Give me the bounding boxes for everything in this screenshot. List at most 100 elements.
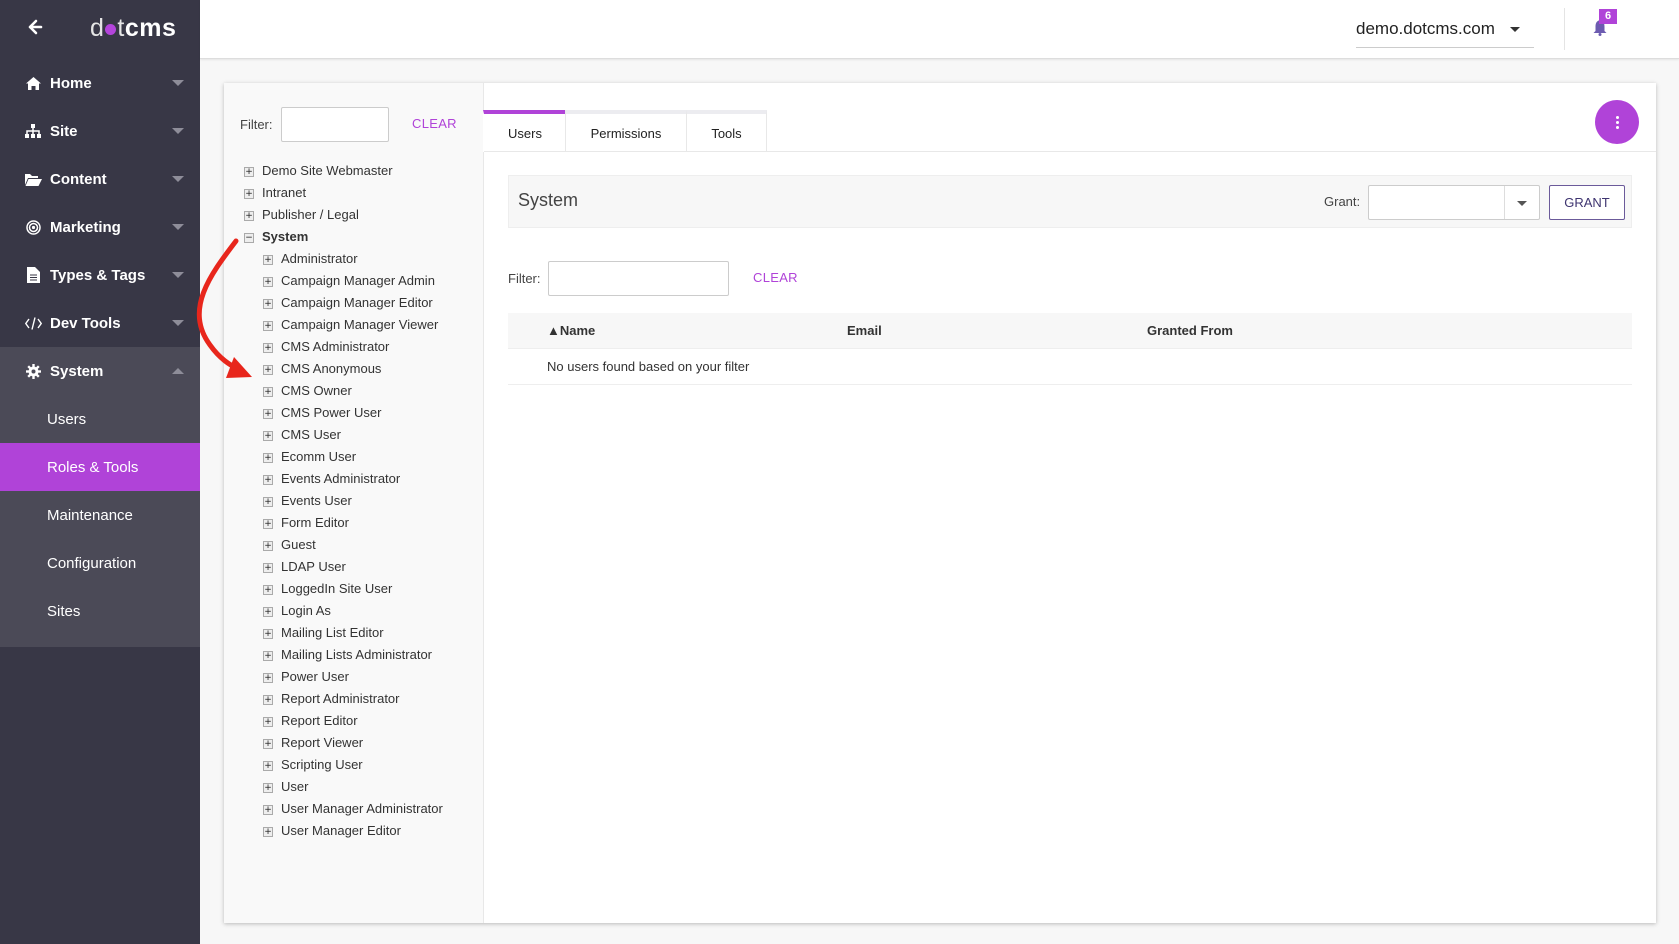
sidebar-subitem-roles-tools[interactable]: Roles & Tools: [0, 443, 200, 491]
sidebar-item-dev-tools[interactable]: Dev Tools: [0, 299, 200, 347]
tree-node-child[interactable]: + CMS User: [244, 423, 443, 445]
tree-node-publisher-legal[interactable]: + Publisher / Legal: [244, 203, 443, 225]
more-actions-button[interactable]: [1595, 100, 1639, 144]
sidebar-item-label: Site: [50, 122, 78, 140]
tree-node-child[interactable]: + CMS Administrator: [244, 335, 443, 357]
expand-plus-icon[interactable]: +: [263, 827, 273, 837]
roles-filter-input[interactable]: [280, 107, 389, 142]
top-bar: demo.dotcms.com 6: [200, 0, 1679, 59]
caret-down-icon[interactable]: [1517, 201, 1527, 206]
dot: [1615, 125, 1619, 129]
tree-node-child[interactable]: + Campaign Manager Admin: [244, 269, 443, 291]
tree-node-child[interactable]: + Ecomm User: [244, 445, 443, 467]
expand-plus-icon[interactable]: +: [263, 761, 273, 771]
expand-plus-icon[interactable]: +: [244, 189, 254, 199]
tree-node-child[interactable]: + Report Administrator: [244, 687, 443, 709]
tree-node-child[interactable]: + LoggedIn Site User: [244, 577, 443, 599]
users-table: ▲Name Email Granted From No users found …: [508, 313, 1632, 385]
expand-plus-icon[interactable]: +: [263, 365, 273, 375]
expand-plus-icon[interactable]: +: [263, 651, 273, 661]
expand-plus-icon[interactable]: +: [244, 167, 254, 177]
tree-node-child[interactable]: + CMS Owner: [244, 379, 443, 401]
expand-plus-icon[interactable]: +: [263, 629, 273, 639]
tree-node-system[interactable]: − System: [244, 225, 443, 247]
tree-node-child[interactable]: + Administrator: [244, 247, 443, 269]
users-filter-input[interactable]: [548, 261, 729, 296]
tab-permissions[interactable]: Permissions: [565, 110, 687, 152]
expand-plus-icon[interactable]: +: [263, 717, 273, 727]
sidebar-item-content[interactable]: Content: [0, 155, 200, 203]
tree-node-child[interactable]: + Report Editor: [244, 709, 443, 731]
expand-plus-icon[interactable]: +: [263, 519, 273, 529]
expand-plus-icon[interactable]: +: [263, 695, 273, 705]
tree-node-demo-site-webmaster[interactable]: + Demo Site Webmaster: [244, 159, 443, 181]
expand-plus-icon[interactable]: +: [263, 387, 273, 397]
roles-filter-clear-button[interactable]: CLEAR: [412, 116, 457, 131]
logo-dot: [105, 24, 117, 35]
tree-node-child[interactable]: + Campaign Manager Viewer: [244, 313, 443, 335]
tree-node-child[interactable]: + CMS Power User: [244, 401, 443, 423]
column-header-name[interactable]: ▲Name: [508, 313, 847, 349]
tree-node-child[interactable]: + Campaign Manager Editor: [244, 291, 443, 313]
tree-node-child[interactable]: + User: [244, 775, 443, 797]
sidebar-subitem-maintenance[interactable]: Maintenance: [0, 491, 200, 539]
grant-button[interactable]: GRANT: [1549, 185, 1625, 220]
sidebar-item-site[interactable]: Site: [0, 107, 200, 155]
expand-plus-icon[interactable]: +: [244, 211, 254, 221]
tab-tools[interactable]: Tools: [686, 110, 767, 152]
role-header: System Grant: GRANT: [508, 175, 1632, 228]
expand-plus-icon[interactable]: +: [263, 607, 273, 617]
expand-plus-icon[interactable]: +: [263, 409, 273, 419]
tree-node-child[interactable]: + Form Editor: [244, 511, 443, 533]
tree-node-child[interactable]: + Events User: [244, 489, 443, 511]
expand-plus-icon[interactable]: +: [263, 475, 273, 485]
expand-plus-icon[interactable]: +: [263, 255, 273, 265]
users-filter-clear-button[interactable]: CLEAR: [753, 270, 798, 285]
sidebar-item-marketing[interactable]: Marketing: [0, 203, 200, 251]
expand-plus-icon[interactable]: +: [263, 299, 273, 309]
tree-node-child[interactable]: + Report Viewer: [244, 731, 443, 753]
sidebar-subitem-configuration[interactable]: Configuration: [0, 539, 200, 587]
expand-plus-icon[interactable]: +: [263, 277, 273, 287]
expand-plus-icon[interactable]: +: [263, 343, 273, 353]
tab-users[interactable]: Users: [483, 110, 566, 152]
site-selector-value: demo.dotcms.com: [1356, 19, 1495, 38]
tree-node-child[interactable]: + User Manager Administrator: [244, 797, 443, 819]
sidebar-subitem-sites[interactable]: Sites: [0, 587, 200, 635]
tree-node-child[interactable]: + Power User: [244, 665, 443, 687]
tree-node-child[interactable]: + Events Administrator: [244, 467, 443, 489]
grant-label: Grant:: [1324, 194, 1361, 209]
dotcms-logo[interactable]: d tcms: [90, 14, 176, 43]
tree-node-child[interactable]: + CMS Anonymous: [244, 357, 443, 379]
expand-plus-icon[interactable]: +: [263, 783, 273, 793]
dot: [1615, 120, 1619, 124]
tree-node-child[interactable]: + Login As: [244, 599, 443, 621]
tree-node-child[interactable]: + Scripting User: [244, 753, 443, 775]
sidebar-subitem-users[interactable]: Users: [0, 395, 200, 443]
expand-plus-icon[interactable]: +: [263, 673, 273, 683]
tree-node-intranet[interactable]: + Intranet: [244, 181, 443, 203]
tree-node-child[interactable]: + Mailing List Editor: [244, 621, 443, 643]
expand-plus-icon[interactable]: +: [263, 453, 273, 463]
roles-filter: Filter:: [240, 107, 389, 142]
expand-plus-icon[interactable]: +: [263, 739, 273, 749]
sidebar-item-home[interactable]: Home: [0, 59, 200, 107]
tree-node-child[interactable]: + Mailing Lists Administrator: [244, 643, 443, 665]
site-selector[interactable]: demo.dotcms.com: [1356, 15, 1534, 48]
expand-plus-icon[interactable]: +: [263, 585, 273, 595]
tree-node-child[interactable]: + User Manager Editor: [244, 819, 443, 841]
arrow-left-icon[interactable]: [27, 19, 47, 39]
expand-plus-icon[interactable]: +: [263, 541, 273, 551]
sidebar-item-system[interactable]: System: [0, 347, 200, 395]
notification-badge: 6: [1599, 9, 1617, 24]
expand-plus-icon[interactable]: +: [263, 563, 273, 573]
expand-plus-icon[interactable]: +: [263, 497, 273, 507]
expand-plus-icon[interactable]: +: [263, 805, 273, 815]
expand-plus-icon[interactable]: +: [263, 321, 273, 331]
expand-plus-icon[interactable]: +: [263, 431, 273, 441]
tree-node-child[interactable]: + Guest: [244, 533, 443, 555]
grant-user-select[interactable]: [1368, 185, 1540, 220]
collapse-minus-icon[interactable]: −: [244, 233, 254, 243]
tree-node-child[interactable]: + LDAP User: [244, 555, 443, 577]
sidebar-item-types-tags[interactable]: Types & Tags: [0, 251, 200, 299]
